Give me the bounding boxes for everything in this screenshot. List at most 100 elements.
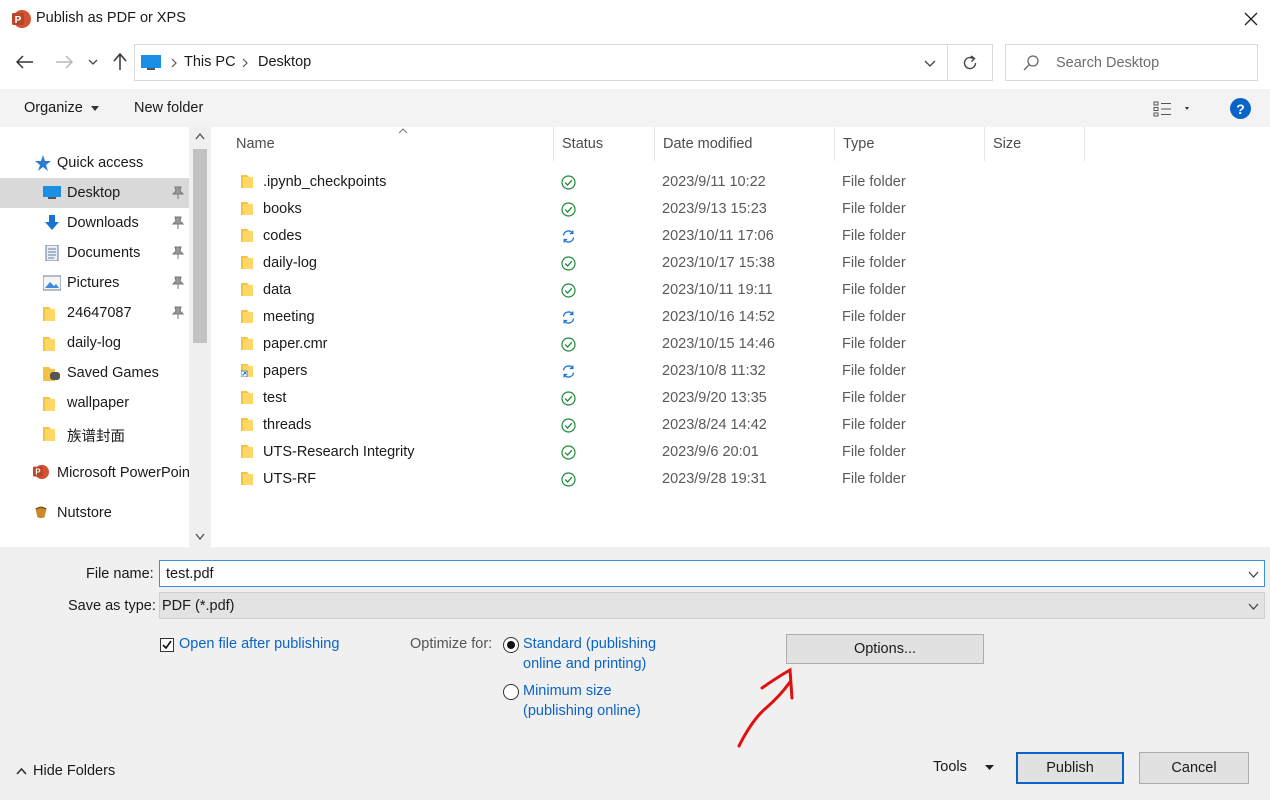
save-as-type-select[interactable]: PDF (*.pdf) [159,592,1265,619]
optimize-standard-radio[interactable] [503,637,519,653]
nav-item-pictures[interactable]: Pictures [0,268,190,298]
column-header-status[interactable]: Status [554,127,655,161]
nav-label: daily-log [67,335,121,351]
navigation-pane: Quick access Desktop Downloads Documents… [0,127,211,547]
hide-folders-label: Hide Folders [33,763,116,779]
nav-item-24647087[interactable]: 24647087 [0,298,190,328]
file-row[interactable]: data 2023/10/11 19:11 File folder [211,277,1270,304]
file-row[interactable]: papers 2023/10/8 11:32 File folder [211,358,1270,385]
nav-label: 族谱封面 [67,429,125,445]
nav-item-saved-games[interactable]: Saved Games [0,358,190,388]
nav-item-genealogy-cover[interactable]: 族谱封面 [0,418,190,448]
cancel-button[interactable]: Cancel [1139,752,1249,784]
new-folder-button[interactable]: New folder [134,100,203,116]
svg-text:P: P [15,15,22,26]
change-view-button[interactable] [1153,99,1193,119]
nav-label: Quick access [57,155,144,171]
nav-scrollbar[interactable] [189,127,211,547]
optimize-standard-label-line2[interactable]: online and printing) [523,656,646,672]
up-button[interactable] [106,48,134,76]
optimize-standard-label-line1[interactable]: Standard (publishing [523,636,656,652]
file-row[interactable]: test 2023/9/20 13:35 File folder [211,385,1270,412]
file-date-modified: 2023/10/15 14:46 [662,336,775,352]
refresh-button[interactable] [948,44,993,81]
file-row[interactable]: codes 2023/10/11 17:06 File folder [211,223,1270,250]
desktop-icon [141,55,161,70]
breadcrumb-this-pc[interactable]: This PC [184,54,236,70]
file-row[interactable]: UTS-RF 2023/9/28 19:31 File folder [211,466,1270,493]
file-date-modified: 2023/9/11 10:22 [662,174,766,190]
file-row[interactable]: paper.cmr 2023/10/15 14:46 File folder [211,331,1270,358]
address-bar[interactable]: This PC Desktop [134,44,948,81]
nav-item-nutstore[interactable]: Nutstore [0,498,190,528]
back-button[interactable] [11,48,39,76]
nav-item-daily-log[interactable]: daily-log [0,328,190,358]
help-button[interactable]: ? [1230,98,1251,119]
search-placeholder: Search Desktop [1056,55,1160,71]
file-type: File folder [842,363,906,379]
nav-item-downloads[interactable]: Downloads [0,208,190,238]
file-name: test [263,390,287,406]
file-date-modified: 2023/9/28 19:31 [662,471,767,487]
nav-item-quick-access[interactable]: Quick access [0,148,190,178]
forward-button[interactable] [50,48,78,76]
nav-label: Pictures [67,275,120,291]
documents-icon [45,245,59,261]
search-input[interactable]: Search Desktop [1005,44,1258,81]
file-row[interactable]: books 2023/9/13 15:23 File folder [211,196,1270,223]
tools-menu-button[interactable]: Tools [933,759,994,775]
open-after-publishing-label[interactable]: Open file after publishing [179,636,339,652]
file-name: threads [263,417,312,433]
column-header-name[interactable]: Name [228,127,554,161]
optimize-minimum-label-line2[interactable]: (publishing online) [523,703,641,719]
close-icon [1244,12,1258,26]
close-button[interactable] [1232,0,1270,38]
nav-label: Desktop [67,185,121,201]
scrollbar-thumb[interactable] [193,149,207,343]
refresh-icon [963,54,977,69]
breadcrumb-desktop[interactable]: Desktop [258,54,311,70]
nav-label: Downloads [67,215,139,231]
recent-locations-button[interactable] [81,48,105,76]
optimize-minimum-label-line1[interactable]: Minimum size [523,683,612,699]
organize-menu-button[interactable]: Organize [24,100,99,116]
open-after-publishing-checkbox[interactable] [160,638,174,652]
file-type: File folder [842,228,906,244]
synced-check-icon [561,283,576,298]
file-type: File folder [842,390,906,406]
pin-icon [172,186,184,199]
nav-item-wallpaper[interactable]: wallpaper [0,388,190,418]
column-header-type[interactable]: Type [835,127,985,161]
save-options-panel: File name: test.pdf Save as type: PDF (*… [0,547,1270,800]
column-header-size[interactable]: Size [985,127,1085,161]
scroll-up-icon[interactable] [195,133,205,140]
optimize-minimum-radio[interactable] [503,684,519,700]
folder-icon [241,472,253,485]
file-row[interactable]: meeting 2023/10/16 14:52 File folder [211,304,1270,331]
file-row[interactable]: daily-log 2023/10/17 15:38 File folder [211,250,1270,277]
nav-item-powerpoint[interactable]: P Microsoft PowerPoin [0,458,190,488]
nav-item-documents[interactable]: Documents [0,238,190,268]
pin-icon [172,306,184,319]
publish-button[interactable]: Publish [1016,752,1124,784]
nav-item-desktop[interactable]: Desktop [0,178,190,208]
chevron-down-icon[interactable] [1248,571,1259,578]
file-name-field[interactable]: test.pdf [159,560,1265,587]
file-row[interactable]: .ipynb_checkpoints 2023/9/11 10:22 File fo… [211,169,1270,196]
save-as-type-label: Save as type: [68,598,156,614]
file-type: File folder [842,417,906,433]
file-date-modified: 2023/9/6 20:01 [662,444,759,460]
file-row[interactable]: threads 2023/8/24 14:42 File folder [211,412,1270,439]
svg-text:P: P [35,468,41,477]
file-name: codes [263,228,302,244]
options-button[interactable]: Options... [786,634,984,664]
scroll-down-icon[interactable] [195,533,205,540]
file-row[interactable]: UTS-Research Integrity 2023/9/6 20:01 File… [211,439,1270,466]
file-name: UTS-RF [263,471,317,487]
chevron-down-icon[interactable] [924,60,936,67]
powerpoint-app-icon: P [12,10,31,28]
column-header-date-modified[interactable]: Date modified [655,127,835,161]
file-name: paper.cmr [263,336,328,352]
file-name: daily-log [263,255,317,271]
hide-folders-button[interactable]: Hide Folders [16,763,115,779]
